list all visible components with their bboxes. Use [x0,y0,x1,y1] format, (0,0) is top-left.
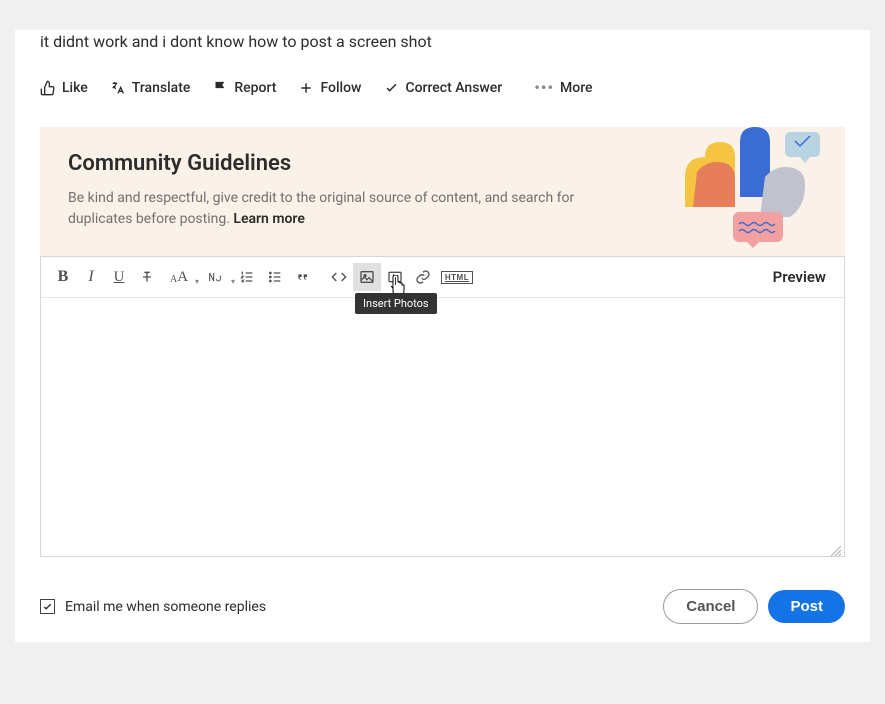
insert-link-button[interactable] [409,263,437,291]
post-action-bar: Like Translate Report Follow Correct Ans… [15,54,870,115]
guidelines-illustration [655,127,825,257]
more-label: More [560,80,593,96]
insert-photos-tooltip: Insert Photos [355,293,437,314]
editor-toolbar: B I U AA ▾ ▾ [41,257,844,298]
ordered-list-button[interactable] [233,263,261,291]
translate-button[interactable]: Translate [110,80,191,96]
learn-more-link[interactable]: Learn more [233,211,304,227]
post-card: it didnt work and i dont know how to pos… [15,30,870,642]
translate-icon [110,80,126,96]
html-button[interactable]: HTML [437,263,477,291]
post-button[interactable]: Post [768,590,845,623]
quote-button[interactable] [289,263,317,291]
reply-editor: B I U AA ▾ ▾ [40,256,845,557]
html-badge-label: HTML [441,271,473,284]
resize-handle-icon[interactable] [830,542,842,554]
underline-button[interactable]: U [105,263,133,291]
cancel-button[interactable]: Cancel [663,589,758,624]
flag-icon [212,80,228,96]
email-notify-label: Email me when someone replies [65,599,266,615]
follow-button[interactable]: Follow [298,80,361,96]
follow-label: Follow [320,80,361,96]
guidelines-body-text: Be kind and respectful, give credit to t… [68,190,574,227]
plus-icon [298,80,314,96]
post-body-text: it didnt work and i dont know how to pos… [15,30,870,54]
insert-video-button[interactable] [381,263,409,291]
font-family-button[interactable]: ▾ [197,263,233,291]
font-size-button[interactable]: AA ▾ [161,263,197,291]
checkbox-box [40,599,55,614]
correct-answer-label: Correct Answer [405,80,502,96]
guidelines-title: Community Guidelines [68,151,628,176]
preview-button[interactable]: Preview [763,264,836,290]
translate-label: Translate [132,80,191,96]
like-button[interactable]: Like [40,80,88,96]
guidelines-body-wrap: Be kind and respectful, give credit to t… [68,188,628,230]
bold-button[interactable]: B [49,263,77,291]
like-label: Like [62,80,88,96]
community-guidelines-banner: Community Guidelines Be kind and respect… [40,127,845,256]
email-notify-checkbox[interactable]: Email me when someone replies [40,599,266,615]
report-label: Report [234,80,276,96]
thumbs-up-icon [40,80,56,96]
strikethrough-button[interactable] [133,263,161,291]
insert-photo-button[interactable] [353,263,381,291]
editor-textarea[interactable] [41,298,844,556]
correct-answer-button[interactable]: Correct Answer [383,80,502,96]
unordered-list-button[interactable] [261,263,289,291]
report-button[interactable]: Report [212,80,276,96]
check-icon [383,80,399,96]
ellipsis-icon: ••• [534,78,554,97]
more-button[interactable]: ••• More [534,78,592,97]
code-button[interactable] [325,263,353,291]
editor-footer: Email me when someone replies Cancel Pos… [15,557,870,642]
italic-button[interactable]: I [77,263,105,291]
